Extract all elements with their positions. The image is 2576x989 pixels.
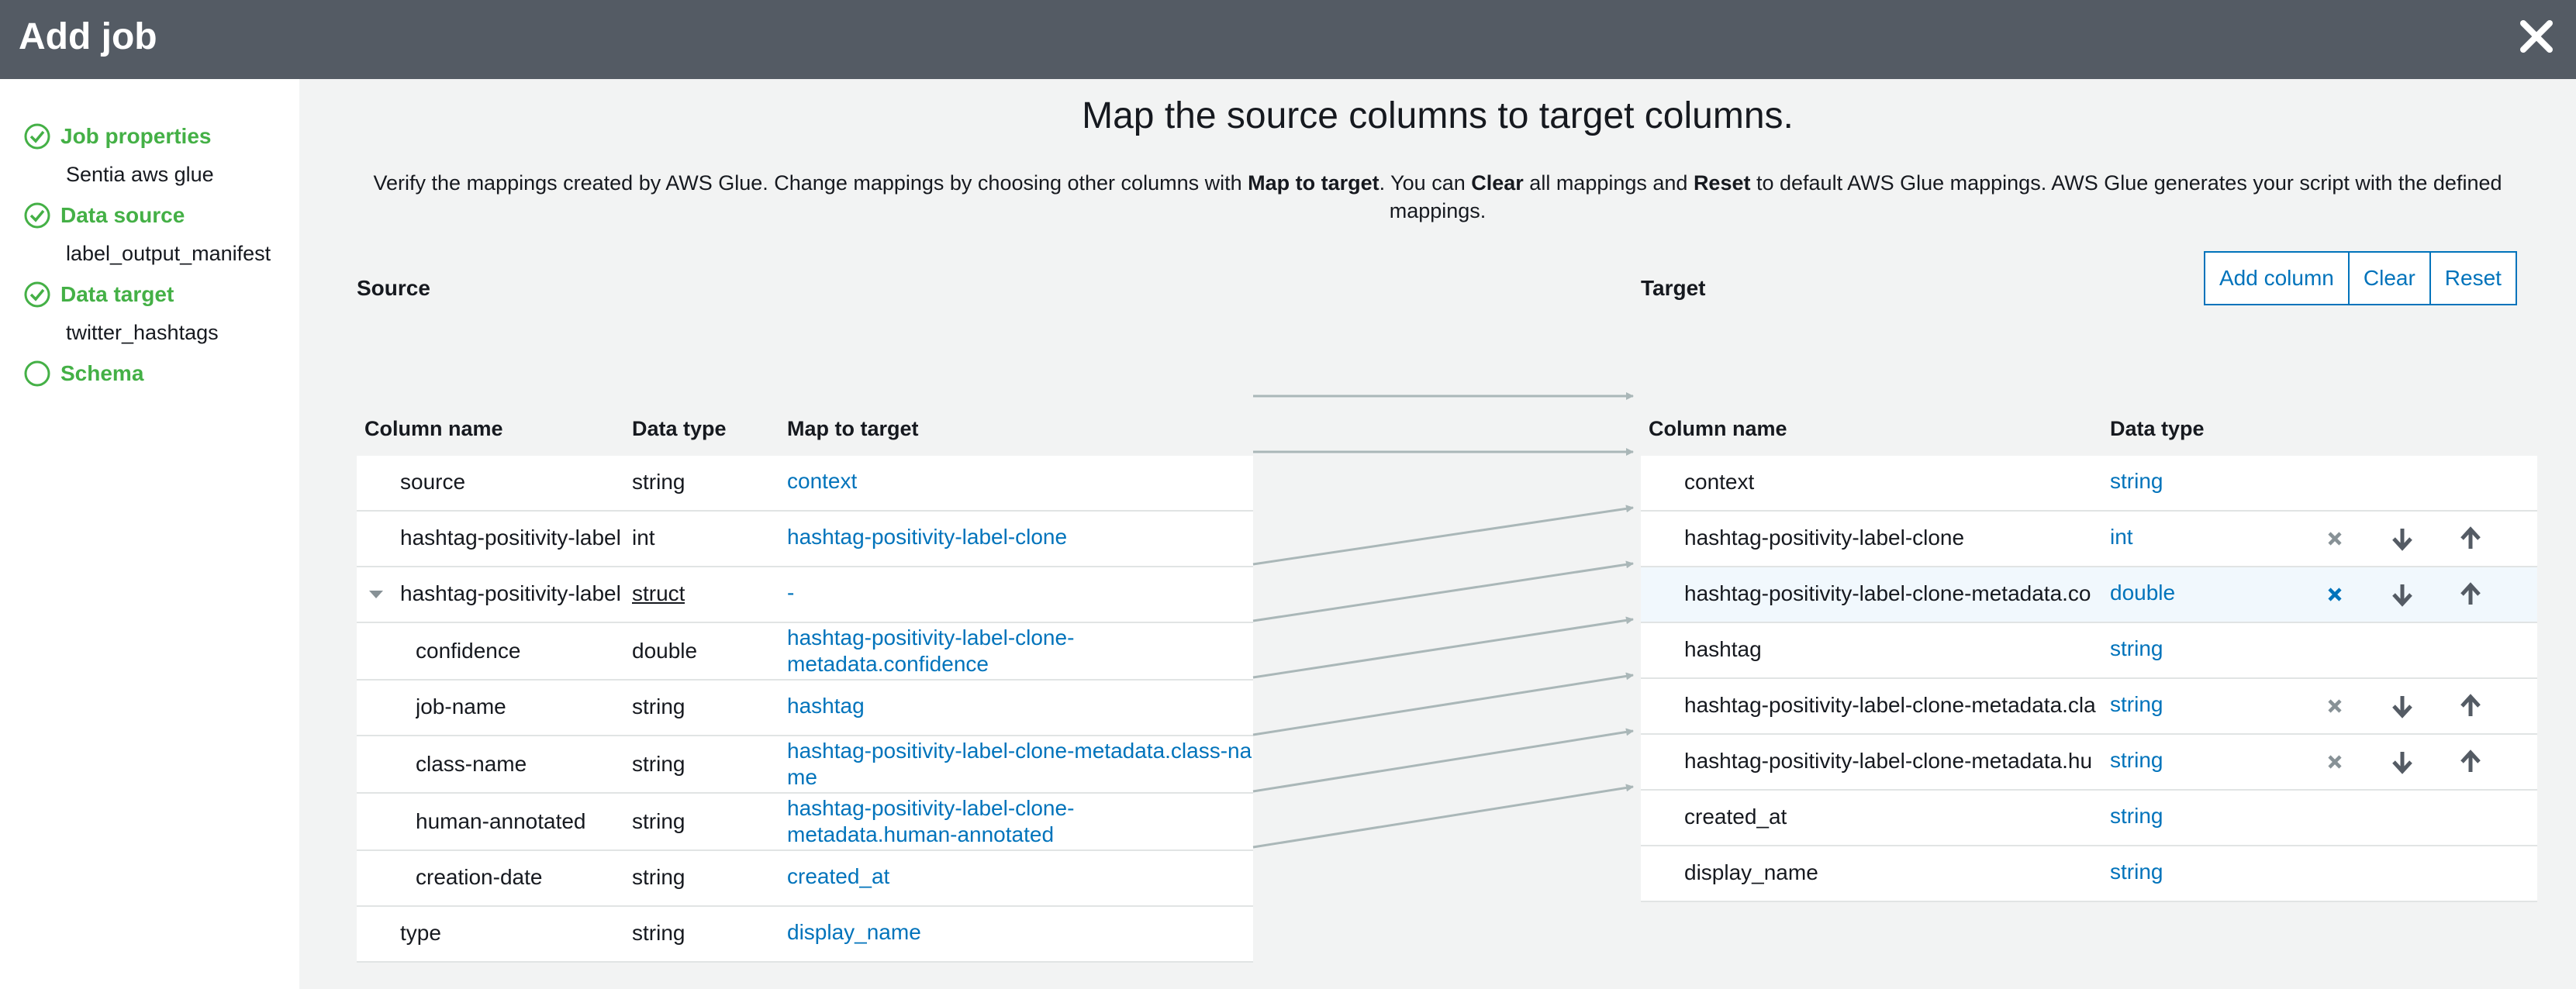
main-content: Map the source columns to target columns… xyxy=(299,79,2576,989)
step-label: Data target xyxy=(60,282,174,306)
check-circle-icon xyxy=(24,202,50,229)
mapping-arrow xyxy=(1252,672,1634,736)
wizard-sidebar: Job properties Sentia aws glue Data sour… xyxy=(0,79,299,989)
circle-icon xyxy=(24,360,50,387)
mapping-arrow xyxy=(1252,616,1634,679)
check-circle-icon xyxy=(24,281,50,308)
step-label: Job properties xyxy=(60,124,212,148)
step-sub-label: twitter_hashtags xyxy=(66,321,219,344)
step-data-source[interactable]: Data source xyxy=(23,202,185,229)
step-label: Data source xyxy=(60,203,185,227)
mapping-arrow xyxy=(1252,784,1634,849)
step-sub-label: label_output_manifest xyxy=(66,242,271,265)
step-job-properties[interactable]: Job properties xyxy=(23,122,211,150)
mapping-arrows xyxy=(1252,392,1634,849)
mapping-arrow xyxy=(1252,728,1634,793)
close-button[interactable] xyxy=(2509,9,2564,64)
modal-header: Add job xyxy=(0,0,2576,79)
mapping-arrow xyxy=(1252,505,1634,566)
check-circle-icon xyxy=(24,123,50,150)
close-icon xyxy=(2520,20,2553,53)
modal-title: Add job xyxy=(19,16,157,57)
step-data-target[interactable]: Data target xyxy=(23,281,174,308)
step-schema[interactable]: Schema xyxy=(23,360,143,388)
step-label: Schema xyxy=(60,361,144,385)
step-sub-label: Sentia aws glue xyxy=(66,163,214,186)
mapping-arrow xyxy=(1252,560,1634,622)
